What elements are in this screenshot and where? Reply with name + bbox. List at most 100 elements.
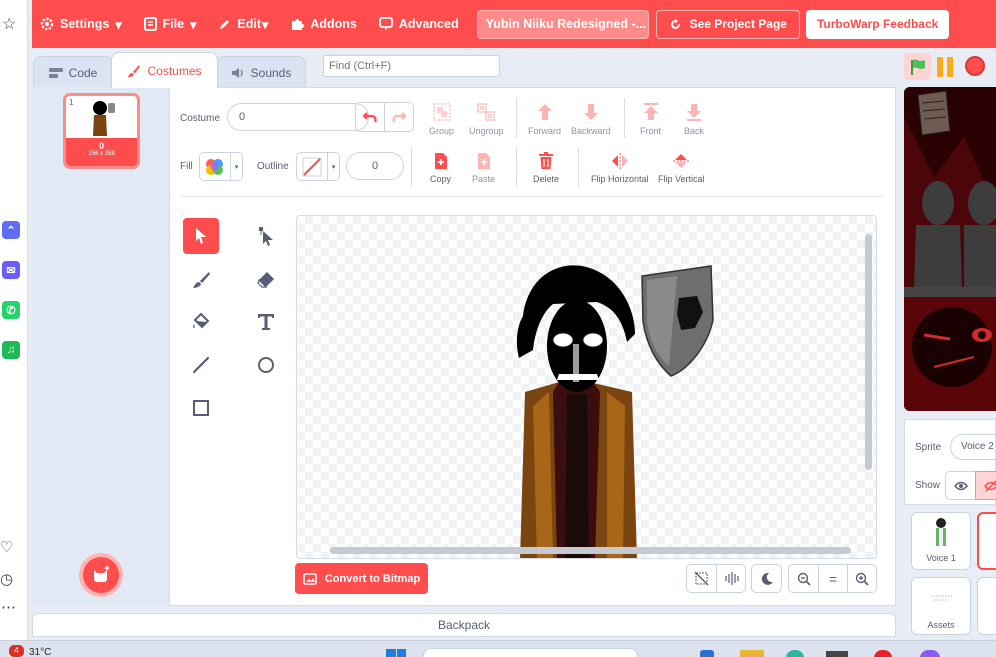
stage-assets-tile[interactable]: Assets	[911, 577, 971, 635]
circle-tool[interactable]	[248, 347, 284, 383]
choose-costume-button[interactable]	[79, 553, 123, 597]
tab-code[interactable]: Code	[33, 56, 113, 88]
zoom-in-button[interactable]	[847, 565, 876, 592]
outline-color-picker[interactable]: ▾	[296, 152, 340, 181]
spotify-icon[interactable]: ♫	[2, 341, 20, 359]
tab-costumes[interactable]: Costumes	[111, 52, 218, 88]
zoom-in-icon	[855, 572, 869, 586]
canvas-horizontal-scrollbar[interactable]	[330, 547, 851, 554]
convert-bitmap-button[interactable]: Convert to Bitmap	[295, 563, 428, 594]
edit-label: Edit	[237, 17, 262, 31]
dark-mode-button[interactable]	[752, 565, 781, 592]
eraser-icon	[257, 272, 274, 288]
costume-name-input[interactable]	[227, 103, 369, 131]
sprite-item-selected[interactable]	[977, 512, 996, 570]
taskbar-app-icon[interactable]	[700, 650, 714, 657]
code-icon	[48, 67, 63, 78]
ungroup-button[interactable]: Ungroup	[469, 102, 504, 136]
reshape-tool[interactable]	[248, 218, 284, 254]
divider	[516, 98, 517, 138]
sprite-name-input[interactable]: Voice 2	[950, 434, 996, 460]
menubar: Settings ▾ File ▾ Edit ▾ Addons Advanced…	[32, 0, 996, 48]
stop-button[interactable]	[965, 56, 985, 76]
project-title-input[interactable]: Yubin Niiku Redesigned -...	[476, 9, 649, 39]
folder-icon[interactable]	[740, 650, 764, 657]
messenger-icon[interactable]: ✉	[2, 261, 20, 279]
brush-tool[interactable]	[183, 262, 219, 298]
chat-app-icon[interactable]	[920, 650, 940, 657]
zoom-out-button[interactable]	[789, 565, 818, 592]
line-tool[interactable]	[183, 347, 219, 383]
sprite-item-voice-1[interactable]: Voice 1	[911, 512, 971, 570]
group-button[interactable]: Group	[429, 102, 454, 136]
arrow-down-icon	[583, 104, 598, 120]
windows-start-icon[interactable]	[386, 649, 406, 657]
heart-icon[interactable]: ♡	[0, 538, 13, 556]
star-icon[interactable]: ☆	[2, 14, 16, 34]
canvas-hidden-icon	[694, 571, 709, 586]
canvas-vertical-scrollbar[interactable]	[865, 234, 872, 470]
trash-icon	[539, 152, 553, 169]
see-project-button[interactable]: See Project Page	[655, 9, 800, 39]
fill-color-picker[interactable]: ▾	[199, 152, 243, 181]
costume-size: 156 x 258	[88, 151, 115, 157]
front-button[interactable]: Front	[640, 102, 661, 136]
copy-button[interactable]: Copy	[430, 152, 451, 184]
opera-icon[interactable]	[874, 650, 892, 657]
chevron-down-icon: ▾	[115, 17, 122, 32]
flip-horizontal-button[interactable]: Flip Horizontal	[591, 152, 649, 184]
whatsapp-icon[interactable]: ✆	[2, 301, 20, 319]
flip-horizontal-icon	[611, 153, 628, 169]
store-icon[interactable]	[826, 651, 848, 657]
rectangle-tool[interactable]	[183, 390, 219, 426]
group-label: Group	[429, 126, 455, 136]
sound-wave-button[interactable]	[716, 565, 745, 592]
paste-button[interactable]: Paste	[472, 152, 495, 184]
image-icon	[303, 572, 317, 585]
advanced-label: Advanced	[398, 17, 459, 31]
app-icon[interactable]: ⌃	[2, 221, 20, 239]
costume-artwork	[516, 265, 714, 558]
undo-button[interactable]	[356, 103, 385, 131]
backpack[interactable]: Backpack	[32, 613, 896, 637]
file-menu[interactable]: File ▾	[143, 17, 196, 32]
redo-button[interactable]	[385, 103, 413, 131]
find-input[interactable]	[323, 55, 500, 77]
backdrop-thumbnail	[930, 595, 952, 601]
show-hidden-button[interactable]	[975, 471, 996, 500]
zoom-reset-button[interactable]: =	[818, 565, 847, 592]
edit-menu[interactable]: Edit ▾	[218, 17, 268, 32]
flip-vertical-button[interactable]: Flip Vertical	[658, 152, 705, 184]
advanced-menu[interactable]: Advanced	[378, 17, 459, 31]
clock-icon[interactable]: ◷	[0, 570, 13, 588]
more-icon[interactable]: ⋯	[1, 598, 16, 616]
costume-item[interactable]: 1 0 156 x 258	[63, 93, 140, 169]
settings-menu[interactable]: Settings ▾	[40, 17, 122, 32]
moon-icon	[761, 572, 773, 585]
sprite-item[interactable]	[977, 577, 996, 635]
pause-button[interactable]	[937, 57, 955, 77]
forward-button[interactable]: Forward	[528, 102, 561, 136]
feedback-button[interactable]: TurboWarp Feedback	[805, 9, 950, 39]
costume-label: Costume	[180, 113, 221, 124]
back-button[interactable]: Back	[684, 102, 704, 136]
show-visible-button[interactable]	[945, 471, 976, 500]
addons-menu[interactable]: Addons	[290, 17, 357, 31]
select-tool[interactable]	[183, 218, 219, 254]
paint-canvas[interactable]	[296, 215, 877, 559]
convert-bitmap-label: Convert to Bitmap	[324, 572, 421, 585]
text-tool[interactable]	[248, 304, 284, 340]
hide-canvas-button[interactable]	[687, 565, 716, 592]
fill-tool[interactable]	[183, 304, 219, 340]
divider	[411, 147, 412, 187]
outline-width-input[interactable]	[346, 152, 404, 180]
delete-button[interactable]: Delete	[533, 152, 559, 184]
backward-button[interactable]: Backward	[571, 102, 611, 136]
tab-sounds[interactable]: Sounds	[216, 56, 306, 88]
cursor-icon	[196, 228, 206, 244]
taskbar-search[interactable]	[423, 648, 638, 657]
stage-canvas[interactable]	[904, 87, 996, 411]
edge-icon[interactable]	[786, 650, 804, 657]
eraser-tool[interactable]	[248, 262, 284, 298]
green-flag-button[interactable]	[904, 53, 931, 80]
